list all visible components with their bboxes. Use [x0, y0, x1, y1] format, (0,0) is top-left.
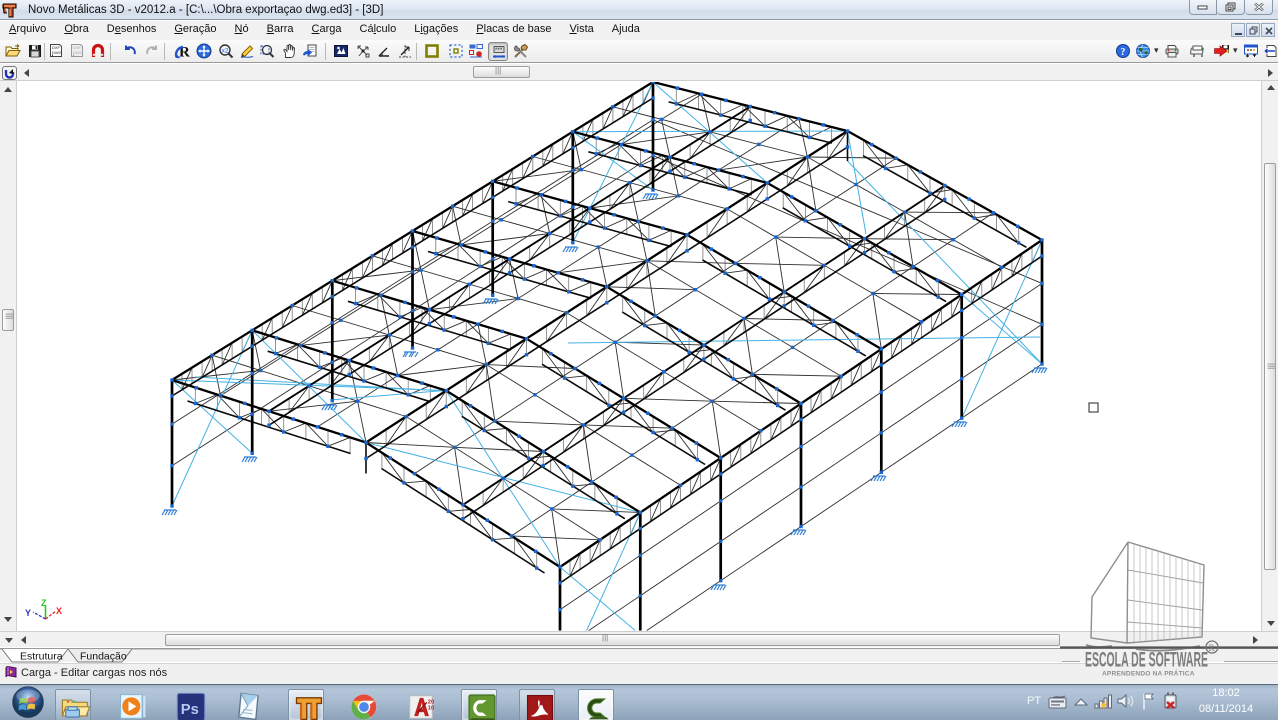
svg-text:DWG: DWG — [52, 50, 62, 55]
svg-text:?: ? — [1120, 47, 1125, 58]
svg-text:R: R — [1209, 643, 1215, 653]
svg-text:ESCOLA DE SOFTWARE: ESCOLA DE SOFTWARE — [1085, 649, 1208, 672]
svg-text:APRENDENDO NA PRÁTICA: APRENDENDO NA PRÁTICA — [1102, 669, 1195, 678]
svg-text:Estrutura: Estrutura — [20, 651, 63, 663]
svg-text:DWG: DWG — [73, 50, 83, 55]
svg-text:x2: x2 — [222, 48, 229, 55]
svg-text:10: 10 — [428, 705, 434, 711]
svg-text:Ps: Ps — [181, 702, 199, 718]
svg-text:Z: Z — [41, 598, 47, 608]
svg-text:Y: Y — [25, 608, 31, 618]
svg-text:Fundação: Fundação — [80, 651, 127, 663]
svg-text:X: X — [56, 606, 62, 616]
